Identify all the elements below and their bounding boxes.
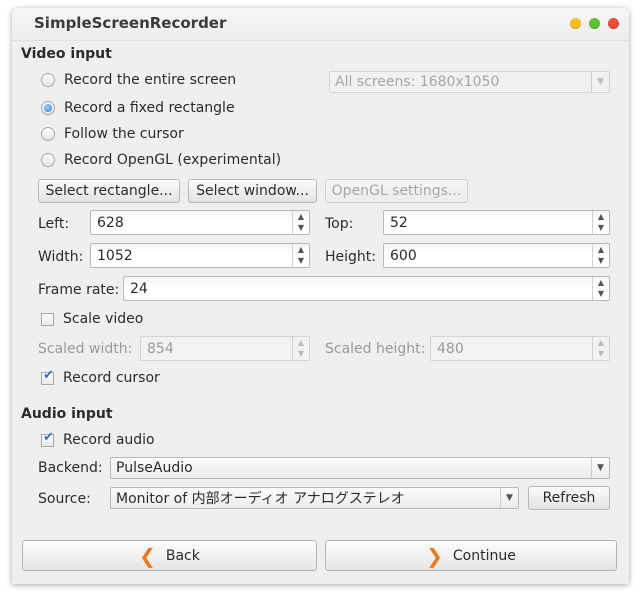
checkbox-icon	[41, 430, 54, 447]
video-input-heading: Video input	[21, 46, 112, 62]
chevron-down-icon: ▼	[500, 488, 518, 508]
left-label: Left:	[38, 216, 70, 232]
height-label: Height:	[325, 249, 376, 265]
radio-icon	[41, 73, 55, 87]
chevron-left-icon: ❮	[139, 543, 156, 568]
radio-label: Record a fixed rectangle	[64, 100, 235, 116]
backend-label: Backend:	[38, 460, 103, 476]
width-spinbox[interactable]: 1052 ▲ ▼	[90, 243, 310, 268]
checkbox-icon	[41, 368, 54, 385]
back-label: Back	[165, 547, 200, 564]
window-title: SimpleScreenRecorder	[34, 14, 227, 32]
radio-follow-cursor[interactable]: Follow the cursor	[41, 126, 184, 142]
chevron-right-icon: ❯	[426, 543, 443, 568]
spin-arrows-icon[interactable]: ▲ ▼	[592, 211, 609, 234]
top-spinbox[interactable]: 52 ▲ ▼	[383, 210, 610, 235]
checkbox-icon	[41, 312, 54, 326]
chevron-down-icon: ▼	[591, 458, 609, 478]
scale-video-checkbox[interactable]: Scale video	[41, 311, 143, 327]
screens-combo-value: All screens: 1680x1050	[335, 74, 500, 90]
left-spinbox[interactable]: 628 ▲ ▼	[90, 210, 310, 235]
scaled-height-value: 480	[437, 340, 464, 357]
source-value: Monitor of 内部オーディオ アナログステレオ	[116, 491, 405, 507]
width-value: 1052	[97, 247, 133, 264]
scale-video-label: Scale video	[63, 311, 144, 327]
backend-combo[interactable]: PulseAudio ▼	[110, 457, 610, 479]
scaled-width-spinbox[interactable]: 854 ▲ ▼	[140, 336, 310, 361]
radio-label: Follow the cursor	[64, 126, 184, 142]
maximize-button[interactable]	[589, 18, 600, 29]
main-window: SimpleScreenRecorder Video input Record …	[12, 8, 629, 584]
height-value: 600	[390, 247, 417, 264]
radio-fixed-rectangle[interactable]: Record a fixed rectangle	[41, 100, 235, 116]
record-audio-label: Record audio	[63, 432, 155, 448]
spin-arrows-icon[interactable]: ▲ ▼	[592, 277, 609, 300]
spin-arrows-icon[interactable]: ▲ ▼	[292, 244, 309, 267]
select-rectangle-button[interactable]: Select rectangle...	[38, 179, 180, 203]
scaled-height-spinbox[interactable]: 480 ▲ ▼	[430, 336, 610, 361]
radio-entire-screen[interactable]: Record the entire screen	[41, 72, 236, 88]
spin-arrows-icon[interactable]: ▲ ▼	[292, 211, 309, 234]
back-button[interactable]: ❮ Back	[22, 540, 317, 571]
scaled-height-label: Scaled height:	[325, 341, 426, 357]
framerate-value: 24	[130, 280, 148, 297]
width-label: Width:	[38, 249, 84, 265]
record-cursor-checkbox[interactable]: Record cursor	[41, 368, 160, 386]
radio-icon	[41, 153, 55, 167]
radio-icon	[41, 101, 55, 115]
source-combo[interactable]: Monitor of 内部オーディオ アナログステレオ ▼	[110, 487, 519, 509]
scaled-width-value: 854	[147, 340, 174, 357]
source-label: Source:	[38, 491, 91, 507]
chevron-down-icon: ▼	[591, 72, 609, 92]
radio-label: Record OpenGL (experimental)	[64, 152, 282, 168]
continue-button[interactable]: ❯ Continue	[325, 540, 617, 571]
opengl-settings-button[interactable]: OpenGL settings...	[325, 179, 468, 203]
radio-label: Record the entire screen	[64, 72, 237, 88]
spin-arrows-icon[interactable]: ▲ ▼	[592, 337, 609, 360]
refresh-button[interactable]: Refresh	[528, 486, 610, 510]
backend-value: PulseAudio	[116, 460, 193, 476]
continue-label: Continue	[452, 547, 516, 564]
title-bar: SimpleScreenRecorder	[12, 8, 629, 41]
framerate-spinbox[interactable]: 24 ▲ ▼	[123, 276, 610, 301]
height-spinbox[interactable]: 600 ▲ ▼	[383, 243, 610, 268]
radio-icon	[41, 127, 55, 141]
top-label: Top:	[325, 216, 354, 232]
close-button[interactable]	[608, 18, 619, 29]
spin-arrows-icon[interactable]: ▲ ▼	[592, 244, 609, 267]
radio-record-opengl[interactable]: Record OpenGL (experimental)	[41, 152, 281, 168]
record-cursor-label: Record cursor	[63, 370, 160, 386]
record-audio-checkbox[interactable]: Record audio	[41, 430, 155, 448]
scaled-width-label: Scaled width:	[38, 341, 133, 357]
screens-combo[interactable]: All screens: 1680x1050 ▼	[329, 71, 610, 93]
top-value: 52	[390, 214, 408, 231]
audio-input-heading: Audio input	[21, 406, 113, 422]
framerate-label: Frame rate:	[38, 282, 120, 298]
minimize-button[interactable]	[570, 18, 581, 29]
spin-arrows-icon[interactable]: ▲ ▼	[292, 337, 309, 360]
left-value: 628	[97, 214, 124, 231]
select-window-button[interactable]: Select window...	[188, 179, 317, 203]
